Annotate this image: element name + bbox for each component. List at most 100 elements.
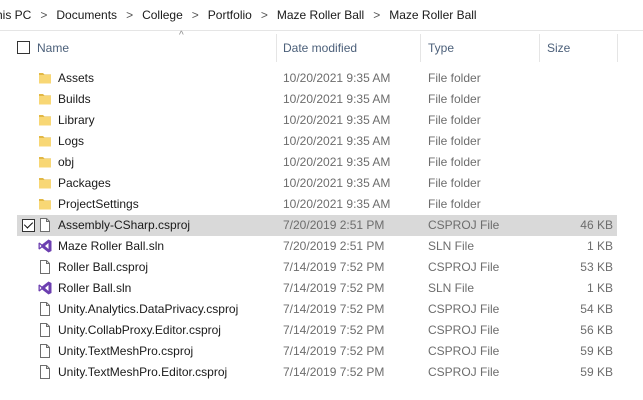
column-header-date-label: Date modified: [283, 41, 358, 55]
breadcrumb-item[interactable]: Documents: [54, 8, 119, 22]
folder-icon: [37, 154, 53, 170]
file-type: CSPROJ File: [428, 302, 500, 316]
file-name[interactable]: Roller Ball.sln: [58, 278, 131, 299]
file-row[interactable]: Library 10/20/2021 9:35 AM File folder: [0, 110, 643, 131]
breadcrumb-item[interactable]: Maze Roller Ball: [275, 8, 366, 22]
column-header-size-label: Size: [547, 41, 571, 55]
file-row[interactable]: Unity.TextMeshPro.csproj 7/14/2019 7:52 P…: [0, 341, 643, 362]
column-divider[interactable]: [539, 34, 540, 62]
folder-icon: [37, 70, 53, 86]
file-name[interactable]: Logs: [58, 131, 84, 152]
file-date-modified: 7/20/2019 2:51 PM: [283, 218, 385, 232]
file-type: File folder: [428, 134, 481, 148]
file-row[interactable]: Unity.TextMeshPro.Editor.csproj 7/14/2019…: [0, 362, 643, 383]
document-icon: [37, 217, 53, 233]
file-name[interactable]: Unity.CollabProxy.Editor.csproj: [58, 320, 221, 341]
column-header-row: ^ Name Date modified Type Size: [0, 30, 643, 65]
file-date-modified: 7/20/2019 2:51 PM: [283, 239, 385, 253]
file-type: File folder: [428, 71, 481, 85]
file-date-modified: 7/14/2019 7:52 PM: [283, 260, 385, 274]
file-row[interactable]: Assembly-CSharp.csproj 7/20/2019 2:51 PM C…: [0, 215, 643, 236]
file-type: CSPROJ File: [428, 218, 500, 232]
breadcrumb: his PC>Documents>College>Portfolio>Maze …: [0, 0, 643, 31]
file-name[interactable]: Assets: [58, 68, 94, 89]
file-name[interactable]: Library: [58, 110, 95, 131]
file-type: File folder: [428, 176, 481, 190]
document-icon: [37, 301, 53, 317]
column-divider[interactable]: [276, 34, 277, 62]
breadcrumb-item[interactable]: College: [140, 8, 185, 22]
folder-icon: [37, 91, 53, 107]
select-all-checkbox[interactable]: [17, 41, 30, 54]
file-date-modified: 7/14/2019 7:52 PM: [283, 281, 385, 295]
column-header-size[interactable]: Size: [547, 31, 617, 65]
breadcrumb-item[interactable]: Maze Roller Ball: [387, 8, 478, 22]
file-row[interactable]: Roller Ball.sln 7/14/2019 7:52 PM SLN File…: [0, 278, 643, 299]
file-type: CSPROJ File: [428, 260, 500, 274]
column-header-name-label: Name: [37, 41, 70, 55]
column-header-type[interactable]: Type: [428, 31, 533, 65]
file-size: 1 KB: [586, 239, 613, 253]
folder-icon: [37, 196, 53, 212]
file-size: 53 KB: [580, 260, 613, 274]
document-icon: [37, 364, 53, 380]
file-row[interactable]: Roller Ball.csproj 7/14/2019 7:52 PM CSPRO…: [0, 257, 643, 278]
folder-icon: [37, 133, 53, 149]
file-name[interactable]: Packages: [58, 173, 111, 194]
breadcrumb-item[interactable]: Portfolio: [206, 8, 254, 22]
file-type: File folder: [428, 155, 481, 169]
column-header-date[interactable]: Date modified: [283, 31, 418, 65]
file-row[interactable]: obj 10/20/2021 9:35 AM File folder: [0, 152, 643, 173]
file-date-modified: 10/20/2021 9:35 AM: [283, 134, 391, 148]
file-size: 1 KB: [586, 281, 613, 295]
file-name[interactable]: obj: [58, 152, 74, 173]
file-row[interactable]: Logs 10/20/2021 9:35 AM File folder: [0, 131, 643, 152]
breadcrumb-item[interactable]: his PC: [0, 8, 33, 22]
file-row[interactable]: Maze Roller Ball.sln 7/20/2019 2:51 PM SLN…: [0, 236, 643, 257]
file-name[interactable]: Builds: [58, 89, 91, 110]
file-date-modified: 10/20/2021 9:35 AM: [283, 71, 391, 85]
file-row[interactable]: Unity.Analytics.DataPrivacy.csproj 7/14/2…: [0, 299, 643, 320]
file-type: File folder: [428, 197, 481, 211]
breadcrumb-separator-icon[interactable]: >: [119, 8, 140, 22]
file-row[interactable]: Assets 10/20/2021 9:35 AM File folder: [0, 68, 643, 89]
row-checkbox[interactable]: [22, 219, 35, 232]
file-date-modified: 10/20/2021 9:35 AM: [283, 176, 391, 190]
breadcrumb-separator-icon[interactable]: >: [254, 8, 275, 22]
document-icon: [37, 259, 53, 275]
breadcrumb-separator-icon[interactable]: >: [33, 8, 54, 22]
file-name[interactable]: Assembly-CSharp.csproj: [58, 215, 190, 236]
file-row[interactable]: Packages 10/20/2021 9:35 AM File folder: [0, 173, 643, 194]
file-row[interactable]: Builds 10/20/2021 9:35 AM File folder: [0, 89, 643, 110]
column-header-name[interactable]: ^ Name: [37, 30, 272, 65]
file-date-modified: 7/14/2019 7:52 PM: [283, 365, 385, 379]
breadcrumb-separator-icon[interactable]: >: [366, 8, 387, 22]
file-date-modified: 7/14/2019 7:52 PM: [283, 344, 385, 358]
file-type: SLN File: [428, 281, 475, 295]
column-divider[interactable]: [617, 34, 618, 62]
document-icon: [37, 322, 53, 338]
file-name[interactable]: Maze Roller Ball.sln: [58, 236, 164, 257]
file-type: CSPROJ File: [428, 323, 500, 337]
file-name[interactable]: Unity.Analytics.DataPrivacy.csproj: [58, 299, 238, 320]
file-name[interactable]: Unity.TextMeshPro.Editor.csproj: [58, 362, 227, 383]
file-date-modified: 7/14/2019 7:52 PM: [283, 323, 385, 337]
folder-icon: [37, 112, 53, 128]
file-size: 46 KB: [580, 218, 613, 232]
file-date-modified: 10/20/2021 9:35 AM: [283, 197, 391, 211]
file-type: File folder: [428, 92, 481, 106]
file-date-modified: 10/20/2021 9:35 AM: [283, 155, 391, 169]
file-name[interactable]: ProjectSettings: [58, 194, 139, 215]
sort-ascending-icon: ^: [179, 30, 184, 41]
breadcrumb-separator-icon[interactable]: >: [185, 8, 206, 22]
file-size: 59 KB: [580, 365, 613, 379]
column-divider[interactable]: [420, 34, 421, 62]
visual-studio-icon: [37, 280, 53, 296]
file-row[interactable]: Unity.CollabProxy.Editor.csproj 7/14/2019…: [0, 320, 643, 341]
file-name[interactable]: Roller Ball.csproj: [58, 257, 148, 278]
visual-studio-icon: [37, 238, 53, 254]
file-row[interactable]: ProjectSettings 10/20/2021 9:35 AM File fo…: [0, 194, 643, 215]
file-name[interactable]: Unity.TextMeshPro.csproj: [58, 341, 193, 362]
file-size: 54 KB: [580, 302, 613, 316]
file-date-modified: 10/20/2021 9:35 AM: [283, 92, 391, 106]
